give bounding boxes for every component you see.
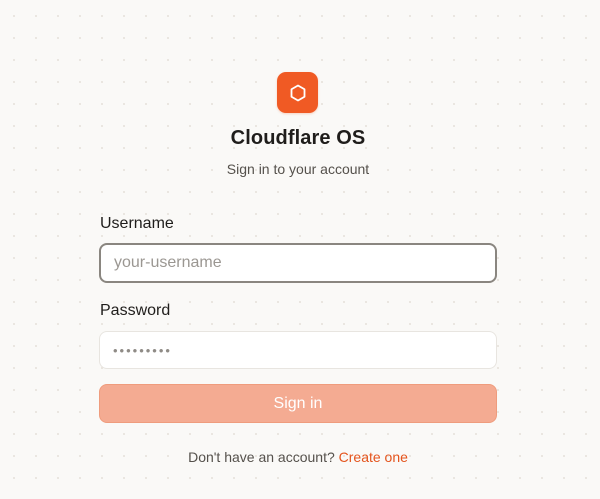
signup-prompt-row: Don't have an account? Create one [99, 449, 497, 465]
hexagon-icon [290, 84, 305, 101]
password-label: Password [100, 302, 171, 319]
app-title: Cloudflare OS [230, 127, 366, 149]
logo-badge [277, 72, 318, 113]
sign-in-button[interactable]: Sign in [99, 384, 497, 423]
signup-prompt-text: Don't have an account? [188, 449, 335, 465]
login-card: Cloudflare OS Sign in to your account Us… [99, 0, 497, 499]
password-input[interactable] [99, 331, 497, 369]
username-label: Username [100, 215, 174, 232]
create-account-link[interactable]: Create one [339, 449, 408, 465]
username-input[interactable] [99, 243, 497, 283]
app-subtitle: Sign in to your account [226, 161, 370, 177]
